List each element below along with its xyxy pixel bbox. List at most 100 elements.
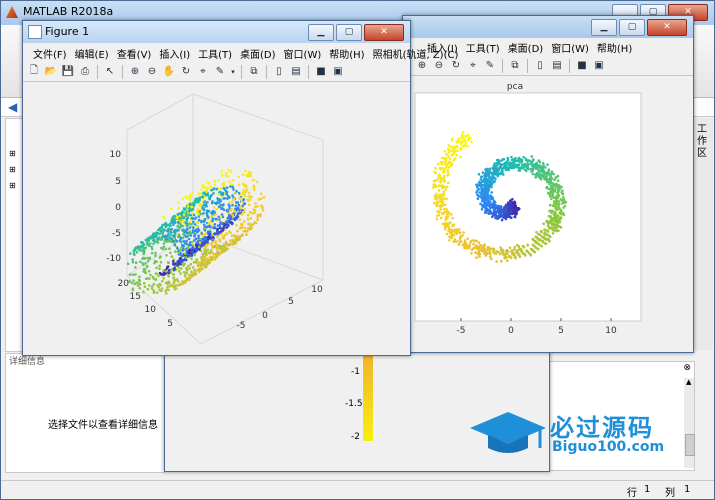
minimize-button[interactable]: ▁	[308, 24, 334, 41]
figure2-titlebar[interactable]: ▁ ▢ ✕	[403, 16, 693, 38]
menu-item[interactable]: 桌面(D)	[508, 40, 544, 55]
chevron-down-icon[interactable]: ▾	[230, 65, 236, 79]
data-point	[531, 249, 535, 253]
data-point	[185, 239, 188, 243]
open-file-icon[interactable]: 📂	[44, 65, 58, 79]
data-point	[201, 199, 204, 203]
close-panel-icon[interactable]: ⊗	[683, 363, 691, 373]
data-point	[513, 215, 516, 219]
zoom-in-icon[interactable]: ⊕	[415, 59, 429, 73]
expand-icon[interactable]: ⊞	[9, 165, 16, 174]
data-point	[205, 190, 208, 194]
data-point	[131, 260, 135, 264]
menu-item[interactable]: 窗口(W)	[551, 40, 589, 55]
data-point	[433, 170, 436, 174]
data-point	[172, 239, 175, 243]
maximize-button[interactable]: ▢	[336, 24, 362, 41]
close-button[interactable]: ✕	[364, 24, 404, 41]
data-point	[559, 198, 562, 201]
back-arrow-icon[interactable]: ◀	[8, 100, 17, 114]
menu-item[interactable]: 文件(F)	[33, 46, 67, 61]
colorbar-icon[interactable]: ▯	[272, 65, 286, 79]
data-point	[237, 203, 241, 207]
pan-icon[interactable]: ✋	[162, 65, 176, 79]
hide-plot-tools-icon[interactable]: ■	[575, 59, 589, 73]
scroll-up-icon[interactable]: ▲	[686, 378, 691, 386]
new-figure-icon[interactable]: 🗋	[27, 65, 41, 79]
brush-icon[interactable]: ✎	[213, 65, 227, 79]
data-point	[212, 252, 216, 256]
data-point	[542, 222, 545, 226]
data-point	[162, 242, 166, 245]
data-point	[478, 183, 481, 186]
show-plot-tools-icon[interactable]: ▣	[331, 65, 345, 79]
link-plot-icon[interactable]: ⧉	[247, 65, 261, 79]
data-point	[524, 254, 527, 257]
link-plot-icon[interactable]: ⧉	[508, 59, 522, 73]
toolbar-separator	[502, 58, 503, 73]
data-point	[177, 201, 180, 204]
figure1-titlebar[interactable]: Figure 1 ▁ ▢ ✕	[23, 21, 410, 43]
menu-item[interactable]: 工具(T)	[198, 46, 232, 61]
zoom-out-icon[interactable]: ⊖	[432, 59, 446, 73]
data-point	[190, 254, 194, 257]
data-point	[483, 243, 486, 246]
colorbar-icon[interactable]: ▯	[533, 59, 547, 73]
data-point	[445, 152, 448, 156]
zoom-in-icon[interactable]: ⊕	[128, 65, 142, 79]
data-point	[136, 284, 140, 287]
zoom-out-icon[interactable]: ⊖	[145, 65, 159, 79]
data-point	[526, 243, 529, 247]
data-point	[556, 179, 560, 182]
menu-item[interactable]: 帮助(H)	[329, 46, 364, 61]
toolbar-separator	[308, 64, 309, 79]
data-point	[470, 251, 473, 255]
legend-icon[interactable]: ▤	[289, 65, 303, 79]
data-point	[537, 242, 540, 245]
data-point	[175, 240, 179, 243]
data-point	[553, 202, 556, 205]
menu-item[interactable]: 帮助(H)	[597, 40, 632, 55]
print-icon[interactable]: ⎙	[78, 65, 92, 79]
menu-item[interactable]: 照相机(轨道, Z)(C)	[373, 46, 459, 61]
data-cursor-icon[interactable]: ⌖	[196, 65, 210, 79]
rotate-icon[interactable]: ↻	[449, 59, 463, 73]
data-point	[237, 175, 240, 179]
menu-item[interactable]: 窗口(W)	[284, 46, 322, 61]
brush-icon[interactable]: ✎	[483, 59, 497, 73]
rotate-icon[interactable]: ↻	[179, 65, 193, 79]
menu-item[interactable]: 编辑(E)	[75, 46, 109, 61]
data-point	[547, 170, 550, 173]
data-point	[146, 259, 150, 263]
legend-icon[interactable]: ▤	[550, 59, 564, 73]
minimize-button[interactable]: ▁	[591, 19, 617, 36]
toolbar-separator	[569, 58, 570, 73]
data-point	[225, 186, 229, 189]
close-button[interactable]: ✕	[647, 19, 687, 36]
expand-icon[interactable]: ⊞	[9, 181, 16, 190]
data-point	[236, 212, 240, 216]
menu-item[interactable]: 插入(I)	[159, 46, 190, 61]
data-point	[201, 253, 204, 256]
data-point	[505, 248, 509, 252]
workspace-tab[interactable]: 工作区	[697, 124, 709, 160]
data-point	[183, 279, 186, 283]
data-point	[249, 198, 252, 201]
z-tick-label: 10	[110, 150, 122, 160]
expand-icon[interactable]: ⊞	[9, 149, 16, 158]
data-point	[479, 195, 483, 198]
menu-item[interactable]: 桌面(D)	[240, 46, 276, 61]
save-icon[interactable]: 💾	[61, 65, 75, 79]
hide-plot-tools-icon[interactable]: ■	[314, 65, 328, 79]
maximize-button[interactable]: ▢	[619, 19, 645, 36]
data-point	[254, 221, 258, 225]
data-point	[535, 231, 538, 234]
data-point	[497, 211, 501, 215]
data-cursor-icon[interactable]: ⌖	[466, 59, 480, 73]
show-plot-tools-icon[interactable]: ▣	[592, 59, 606, 73]
edit-plot-icon[interactable]: ↖	[103, 65, 117, 79]
menu-item[interactable]: 查看(V)	[117, 46, 152, 61]
data-point	[210, 214, 213, 218]
data-point	[553, 196, 556, 200]
menu-item[interactable]: 工具(T)	[466, 40, 500, 55]
